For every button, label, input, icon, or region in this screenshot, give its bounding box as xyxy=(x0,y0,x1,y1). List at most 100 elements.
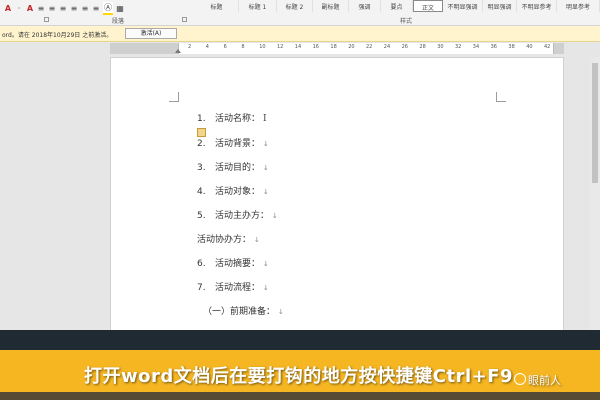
style-item-selected[interactable]: 正文 xyxy=(413,0,443,12)
style-item[interactable]: 标题 2 xyxy=(277,0,313,12)
ruler-number: 42 xyxy=(544,44,551,50)
ruler-number: 14 xyxy=(294,44,302,50)
ruler-number: 4 xyxy=(205,44,209,50)
taskbar-strip xyxy=(0,392,600,400)
list-text: 活动对象： xyxy=(215,187,261,197)
justify-button[interactable]: ≡ xyxy=(70,4,78,13)
paragraph-mark-icon: ↓ xyxy=(263,164,269,172)
list-text: 活动流程： xyxy=(215,283,261,293)
ruler-margin-left xyxy=(110,43,178,54)
paragraph-mark-icon: ↓ xyxy=(278,308,284,316)
list-number: 7. xyxy=(197,283,206,293)
font-dialog-launcher-icon[interactable] xyxy=(44,17,49,22)
style-item[interactable]: 不明显强调 xyxy=(443,0,483,12)
list-item[interactable]: 2. 活动背景： ↓ xyxy=(197,136,269,149)
text-cursor-icon: I xyxy=(263,114,267,124)
ruler-number: 32 xyxy=(455,44,462,50)
list-item[interactable]: 1. 活动名称： I xyxy=(197,111,267,124)
style-item[interactable]: 要点 xyxy=(381,0,413,12)
list-number: 5. xyxy=(197,211,206,221)
document-page[interactable]: 1. 活动名称： I 2. 活动背景： ↓ 3. 活动目的： ↓ 4. 活动对象： ↓ 5. 活动… xyxy=(110,57,564,347)
font-color-button[interactable]: A xyxy=(4,4,12,13)
paragraph[interactable]: 活动协办方： ↓ xyxy=(197,232,260,245)
ruler-number: 36 xyxy=(490,44,497,50)
group-label-styles: 样式 xyxy=(400,18,413,25)
video-caption: 打开word文档后在要打钩的地方按快捷键Ctrl+F9 xyxy=(84,366,514,387)
activation-message: ord。请在 2018年10月29日 之前激活。 xyxy=(2,32,113,39)
ruler-number: 26 xyxy=(401,44,408,50)
list-item[interactable]: （一）前期准备： ↓ xyxy=(203,304,284,317)
paragraph-mark-icon: ↓ xyxy=(263,284,269,292)
ruler-number: 8 xyxy=(241,44,245,50)
paragraph-text: 活动协办方： xyxy=(197,235,252,245)
list-text: 活动主办方： xyxy=(215,211,270,221)
list-item[interactable]: 6. 活动摘要： ↓ xyxy=(197,256,269,269)
channel-watermark: 眼前人 xyxy=(514,372,561,388)
paragraph-dialog-launcher-icon[interactable] xyxy=(182,17,187,22)
style-item[interactable]: 强调 xyxy=(349,0,381,12)
ruler-number: 20 xyxy=(348,44,355,50)
list-number: 1. xyxy=(197,114,206,124)
ruler-number: 38 xyxy=(508,44,515,50)
margin-corner-mark xyxy=(496,92,506,102)
list-number: 6. xyxy=(197,259,206,269)
style-item[interactable]: 明显参考 xyxy=(557,0,600,12)
line-spacing-button[interactable]: ≡ xyxy=(92,4,100,13)
format-toolbar: A · A ≡ ≡ ≡ ≡ ≡ ≡ Ⓐ ▦ xyxy=(4,1,124,15)
font-color-dropdown[interactable]: · xyxy=(15,4,23,13)
list-text: 活动背景： xyxy=(215,139,261,149)
ruler-number: 10 xyxy=(259,44,266,50)
list-text: 活动目的： xyxy=(215,163,261,173)
group-label-paragraph: 段落 xyxy=(112,18,125,25)
list-item[interactable]: 5. 活动主办方： ↓ xyxy=(197,208,278,221)
list-item[interactable]: 4. 活动对象： ↓ xyxy=(197,184,269,197)
ruler-number: 16 xyxy=(312,44,319,50)
ruler-number: 12 xyxy=(277,44,284,50)
indent-marker-icon[interactable] xyxy=(175,49,181,53)
style-item[interactable]: 不明显参考 xyxy=(517,0,557,12)
paragraph-mark-icon: ↓ xyxy=(263,140,269,148)
style-item[interactable]: 标题 1 xyxy=(239,0,277,12)
list-number: 2. xyxy=(197,139,206,149)
margin-corner-mark xyxy=(169,92,179,102)
ruler-number: 30 xyxy=(437,44,444,50)
text-effect-button[interactable]: A xyxy=(26,4,34,13)
horizontal-ruler[interactable]: 2 4 6 8 10 12 14 16 18 20 22 24 26 28 30 32 34 36 38 40 42 xyxy=(0,42,600,56)
ruler-number: 28 xyxy=(419,44,426,50)
scrollbar-thumb[interactable] xyxy=(592,63,598,183)
style-item[interactable]: 副标题 xyxy=(313,0,349,12)
list-item[interactable]: 7. 活动流程： ↓ xyxy=(197,280,269,293)
shading-button[interactable]: Ⓐ xyxy=(103,1,113,15)
paragraph-mark-icon: ↓ xyxy=(254,236,260,244)
ruler-margin-right xyxy=(554,43,564,54)
ruler-number: 6 xyxy=(223,44,227,50)
list-text: 活动摘要： xyxy=(215,259,261,269)
align-center-button[interactable]: ≡ xyxy=(48,4,56,13)
style-item[interactable]: 标题 xyxy=(195,0,239,12)
activation-message-bar: ord。请在 2018年10月29日 之前激活。 激活(A) xyxy=(0,26,600,42)
paragraph-mark-icon: ↓ xyxy=(272,212,278,220)
ruler-number: 40 xyxy=(526,44,533,50)
distributed-button[interactable]: ≡ xyxy=(81,4,89,13)
list-number: 3. xyxy=(197,163,206,173)
borders-button[interactable]: ▦ xyxy=(116,4,124,13)
style-item[interactable]: 明显强调 xyxy=(483,0,517,12)
paragraph-mark-icon: ↓ xyxy=(263,188,269,196)
ruler-number: 24 xyxy=(383,44,391,50)
ribbon: A · A ≡ ≡ ≡ ≡ ≡ ≡ Ⓐ ▦ 段落 标题 标题 1 标题 2 副标… xyxy=(0,0,600,26)
vertical-scrollbar[interactable] xyxy=(590,57,600,347)
ruler-numbers: 2 4 6 8 10 12 14 16 18 20 22 24 26 28 30 32 34 36 38 40 42 xyxy=(180,44,554,54)
activate-button[interactable]: 激活(A) xyxy=(125,28,177,39)
ruler-number: 18 xyxy=(330,44,337,50)
list-text: （一）前期准备： xyxy=(203,307,276,317)
list-number: 4. xyxy=(197,187,206,197)
caption-band-top xyxy=(0,330,600,350)
align-right-button[interactable]: ≡ xyxy=(59,4,67,13)
paragraph-mark-icon: ↓ xyxy=(263,260,269,268)
list-text: 活动名称： xyxy=(215,114,261,124)
ruler-number: 2 xyxy=(188,44,192,50)
list-item[interactable]: 3. 活动目的： ↓ xyxy=(197,160,269,173)
align-left-button[interactable]: ≡ xyxy=(37,4,45,13)
ruler-number: 22 xyxy=(366,44,373,50)
styles-gallery: 标题 标题 1 标题 2 副标题 强调 要点 正文 不明显强调 明显强调 不明显… xyxy=(195,0,600,12)
